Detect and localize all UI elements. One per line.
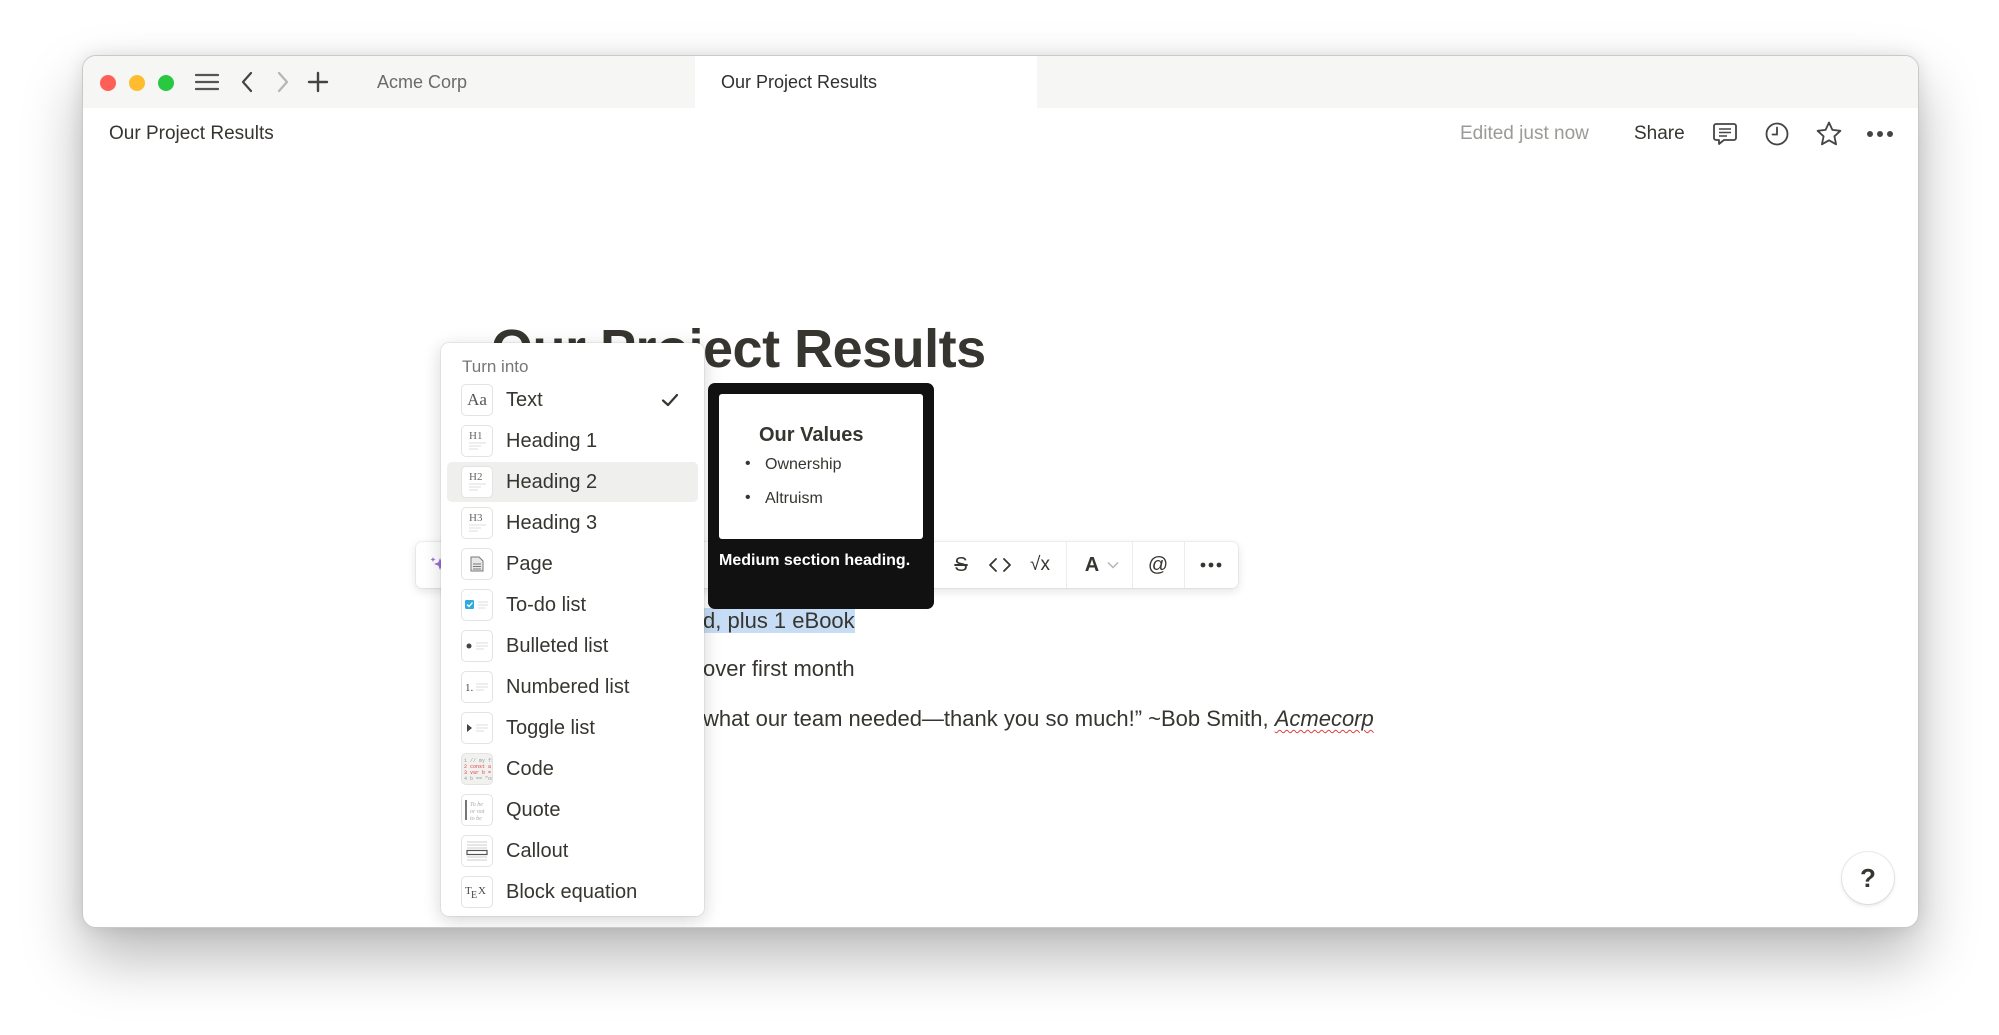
quote-text: what our team needed—thank you so much!”…: [703, 706, 1275, 731]
menu-item-label: Quote: [506, 799, 561, 821]
new-tab-plus-icon[interactable]: [305, 68, 331, 96]
menu-item-block-equation[interactable]: TEX Block equation: [447, 872, 698, 912]
heading-1-icon: H1: [461, 425, 493, 457]
svg-text:1.: 1.: [465, 682, 474, 694]
tab-label: Our Project Results: [721, 72, 878, 92]
menu-item-label: Text: [506, 389, 543, 411]
bullet-line-first-month[interactable]: over first month: [703, 656, 855, 682]
heading-3-icon: H3: [461, 507, 493, 539]
menu-item-heading-1[interactable]: H1 Heading 1: [447, 421, 698, 461]
app-window: Acme Corp Our Project Results Our Projec…: [82, 55, 1919, 928]
checkmark-icon: [661, 393, 679, 407]
back-arrow-icon[interactable]: [236, 68, 258, 96]
zoom-window-button[interactable]: [158, 75, 174, 91]
menu-item-label: Block equation: [506, 881, 638, 903]
heading-2-preview-tooltip: Our Values Ownership Altruism Medium sec…: [708, 383, 934, 609]
svg-text:or not: or not: [470, 809, 485, 815]
menu-item-numbered-list[interactable]: 1. Numbered list: [447, 667, 698, 707]
minimize-window-button[interactable]: [129, 75, 145, 91]
forward-arrow-icon[interactable]: [272, 68, 294, 96]
todo-checkbox-icon: [461, 589, 493, 621]
preview-heading: Our Values: [759, 424, 864, 446]
turn-into-menu: Turn into Aa Text H1 Heading 1 H2 Headin…: [441, 343, 704, 916]
breadcrumb[interactable]: Our Project Results: [109, 108, 274, 160]
toolbar-divider: [1184, 542, 1185, 588]
comment-icon[interactable]: [1710, 120, 1740, 148]
share-button[interactable]: Share: [1634, 108, 1685, 160]
menu-item-quote[interactable]: To be or not to be Quote: [447, 790, 698, 830]
inline-code-button[interactable]: [982, 542, 1018, 588]
preview-bullet: Altruism: [745, 489, 823, 508]
strikethrough-button[interactable]: S: [946, 542, 976, 588]
menu-item-code[interactable]: 1 // my fi 2 const a3 var b = 4 b == "or C…: [447, 749, 698, 789]
tab-acme-corp[interactable]: Acme Corp: [377, 56, 467, 108]
edited-status: Edited just now: [1460, 123, 1589, 144]
menu-item-heading-3[interactable]: H3 Heading 3: [447, 503, 698, 543]
menu-item-callout[interactable]: Callout: [447, 831, 698, 871]
svg-text:X: X: [478, 885, 486, 897]
preview-card: Our Values Ownership Altruism: [719, 394, 923, 539]
heading-2-icon: H2: [461, 466, 493, 498]
history-clock-icon[interactable]: [1762, 120, 1792, 148]
menu-item-label: Toggle list: [506, 717, 595, 739]
menu-item-todo-list[interactable]: To-do list: [447, 585, 698, 625]
more-options-button[interactable]: [1190, 542, 1232, 588]
menu-item-label: Bulleted list: [506, 635, 609, 657]
svg-text:H3: H3: [469, 512, 483, 524]
help-button[interactable]: ?: [1842, 852, 1894, 904]
bullet-list-icon: [461, 630, 493, 662]
sidebar-menu-icon[interactable]: [193, 68, 221, 96]
menu-item-heading-2[interactable]: H2 Heading 2: [447, 462, 698, 502]
more-icon[interactable]: [1865, 120, 1895, 148]
star-icon[interactable]: [1814, 120, 1844, 148]
toggle-triangle-icon: [461, 712, 493, 744]
menu-item-bulleted-list[interactable]: Bulleted list: [447, 626, 698, 666]
svg-text:To be: To be: [470, 802, 483, 808]
menu-item-label: Page: [506, 553, 553, 575]
mention-button[interactable]: @: [1138, 542, 1178, 588]
quote-block-icon: To be or not to be: [461, 794, 493, 826]
menu-item-toggle-list[interactable]: Toggle list: [447, 708, 698, 748]
svg-text:H2: H2: [469, 471, 482, 483]
testimonial-quote[interactable]: what our team needed—thank you so much!”…: [703, 706, 1374, 732]
code-block-icon: 1 // my fi 2 const a3 var b = 4 b == "or: [461, 753, 493, 785]
numbered-list-icon: 1.: [461, 671, 493, 703]
menu-item-label: Heading 3: [506, 512, 598, 534]
menu-item-text[interactable]: Aa Text: [447, 380, 698, 420]
text-color-glyph: A: [1084, 553, 1100, 576]
tab-our-project-results[interactable]: Our Project Results: [695, 56, 1037, 108]
tex-icon: TEX: [461, 876, 493, 908]
callout-icon: [461, 835, 493, 867]
svg-text:H1: H1: [469, 430, 482, 442]
text-aa-icon: Aa: [461, 384, 493, 416]
menu-header: Turn into: [462, 357, 529, 376]
toolbar-divider: [1066, 542, 1067, 588]
menu-item-label: Numbered list: [506, 676, 630, 698]
svg-text:to be: to be: [470, 816, 482, 822]
bullet-line-ebook[interactable]: d, plus 1 eBook: [703, 608, 855, 634]
page-icon: [461, 548, 493, 580]
menu-item-label: To-do list: [506, 594, 587, 616]
svg-text:E: E: [471, 890, 477, 901]
tab-bar: Acme Corp Our Project Results: [83, 56, 1918, 108]
menu-item-page[interactable]: Page: [447, 544, 698, 584]
preview-bullet: Ownership: [745, 455, 842, 474]
svg-text:4 b == "or: 4 b == "or: [464, 776, 492, 782]
company-name-italic: Acmecorp: [1274, 706, 1374, 731]
close-window-button[interactable]: [100, 75, 116, 91]
menu-item-label: Code: [506, 758, 554, 780]
selected-text[interactable]: d, plus 1 eBook: [703, 608, 855, 633]
equation-button[interactable]: √x: [1022, 542, 1058, 588]
toolbar-divider: [1132, 542, 1133, 588]
page-topbar: Our Project Results Edited just now Shar…: [83, 108, 1918, 160]
text-color-button[interactable]: A: [1077, 542, 1127, 588]
menu-item-label: Heading 2: [506, 471, 598, 493]
chevron-down-icon: [1107, 561, 1119, 569]
menu-item-label: Heading 1: [506, 430, 598, 452]
tooltip-description: Medium section heading.: [719, 552, 911, 569]
menu-item-label: Callout: [506, 840, 569, 862]
